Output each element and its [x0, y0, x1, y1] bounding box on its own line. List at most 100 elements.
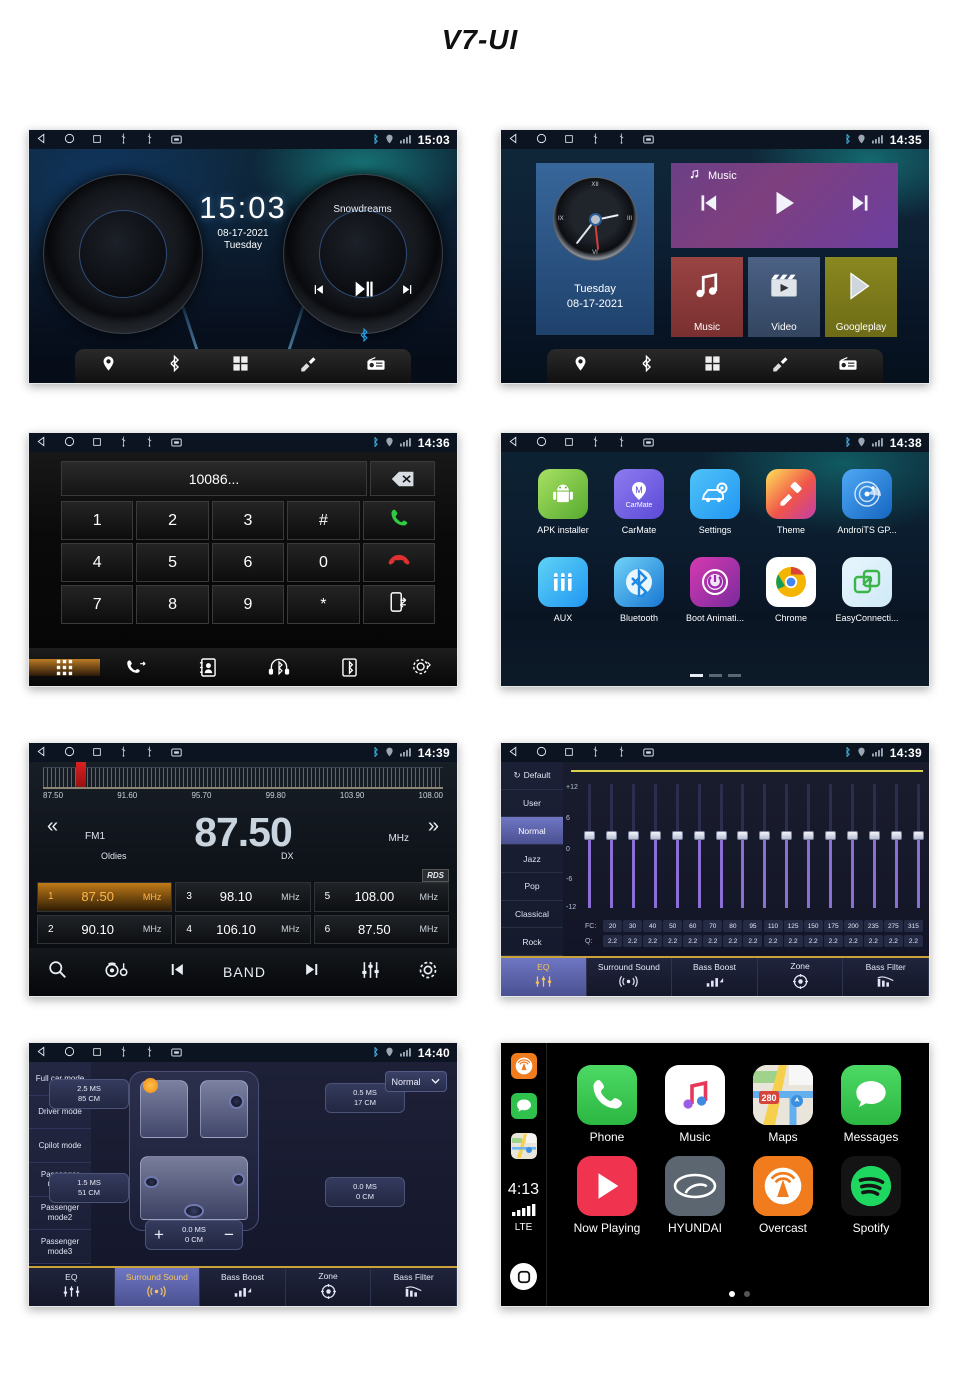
carplay-app-now-playing[interactable]: Now Playing [563, 1156, 651, 1235]
eq-band-slider[interactable] [737, 784, 749, 908]
radio-frequency-scale[interactable] [43, 767, 443, 789]
usb-icon[interactable] [119, 744, 128, 762]
widget-app-tiles[interactable]: Music Video Googleplay [671, 257, 897, 337]
eq-q-cell[interactable]: 2.2 [843, 935, 863, 947]
page-dot[interactable] [728, 1291, 735, 1297]
carplay-app-messages[interactable]: Messages [827, 1065, 915, 1144]
page-dot[interactable] [743, 1291, 750, 1297]
key-6[interactable]: 6 [211, 543, 285, 582]
usb-icon[interactable] [617, 434, 626, 452]
prev-icon[interactable] [167, 960, 186, 984]
recents-icon[interactable] [92, 434, 102, 452]
usb-icon[interactable] [145, 434, 154, 452]
eq-preset-rock[interactable]: Rock [501, 928, 563, 957]
carplay-app-phone[interactable]: Phone [563, 1065, 651, 1144]
audio-tabbar-surround[interactable]: EQ Surround Sound Bass Boost Zone Bass F… [29, 1266, 457, 1306]
slider-knob[interactable] [693, 830, 705, 840]
eq-q-cell[interactable]: 2.2 [883, 935, 903, 947]
slider-knob[interactable] [781, 830, 793, 840]
recents-icon[interactable] [92, 131, 102, 149]
app-chrome[interactable]: Chrome [753, 557, 829, 623]
eq-fc-cell[interactable]: 315 [903, 920, 923, 932]
key-2[interactable]: 2 [136, 501, 209, 540]
contacts-tab[interactable] [172, 657, 243, 677]
panel-surround-sound[interactable]: Full car mode Driver mode Cpilot mode Pa… [28, 1042, 458, 1307]
slider-knob[interactable] [847, 830, 859, 840]
preset-6[interactable]: 6 87.50 MHz [313, 914, 449, 944]
eq-q-cell[interactable]: 2.2 [903, 935, 923, 947]
eq-fc-cell[interactable]: 70 [703, 920, 723, 932]
preset-3[interactable]: 3 98.10 MHz [175, 882, 311, 912]
usb-icon[interactable] [119, 1044, 128, 1062]
app-apk-installer[interactable]: APK installer [525, 469, 601, 535]
eq-q-cell[interactable]: 2.2 [703, 935, 723, 947]
slider-knob[interactable] [737, 830, 749, 840]
key-1[interactable]: 1 [61, 501, 134, 540]
page-dot[interactable] [708, 674, 722, 677]
maps-icon[interactable] [510, 1133, 537, 1159]
carplay-sidebar[interactable]: 4:13 LTE [501, 1043, 547, 1306]
slider-knob[interactable] [584, 830, 595, 840]
eq-fc-cell[interactable]: 80 [723, 920, 743, 932]
home-icon[interactable] [64, 131, 75, 149]
apps-icon[interactable] [704, 355, 721, 377]
sdcard-icon[interactable] [171, 434, 182, 452]
overcast-icon[interactable] [510, 1053, 537, 1079]
dialer-number-field[interactable]: 10086... [61, 461, 367, 496]
page-dot[interactable] [689, 674, 703, 677]
home-icon[interactable] [64, 744, 75, 762]
slider-knob[interactable] [627, 830, 639, 840]
app-carmate[interactable]: M CarMate CarMate [601, 469, 677, 535]
eq-fc-cell[interactable]: 50 [663, 920, 683, 932]
statusbar-nav-buttons[interactable] [508, 744, 654, 762]
recents-icon[interactable] [92, 744, 102, 762]
eq-fc-cell[interactable]: 235 [863, 920, 883, 932]
tile-video[interactable]: Video [748, 257, 820, 337]
tab-bass-boost[interactable]: Bass Boost [672, 958, 758, 996]
slider-knob[interactable] [759, 830, 771, 840]
eq-fc-cell[interactable]: 125 [783, 920, 803, 932]
radio-icon[interactable] [838, 355, 858, 378]
app-settings[interactable]: Settings [677, 469, 753, 535]
eq-band-slider[interactable] [715, 784, 727, 908]
eq-q-cell[interactable]: 2.2 [663, 935, 683, 947]
eq-preset-jazz[interactable]: Jazz [501, 845, 563, 873]
eq-preset-list[interactable]: ↻ Default User Normal Jazz Pop Classical … [501, 762, 563, 957]
preset-1[interactable]: 1 87.50 MHz [37, 882, 173, 912]
play-icon[interactable] [769, 188, 799, 223]
dialer-bottom-bar[interactable] [29, 648, 457, 686]
statusbar-nav-buttons[interactable] [508, 434, 654, 452]
carplay-home-button[interactable] [510, 1263, 537, 1290]
eq-band-slider[interactable] [671, 784, 683, 908]
eq-fc-cell[interactable]: 275 [883, 920, 903, 932]
eq-q-cell[interactable]: 2.2 [763, 935, 783, 947]
carplay-page-indicator[interactable] [563, 1291, 915, 1297]
usb-icon[interactable] [591, 434, 600, 452]
carplay-app-music[interactable]: Music [651, 1065, 739, 1144]
app-bluetooth[interactable]: Bluetooth [601, 557, 677, 623]
preset-4[interactable]: 4 106.10 MHz [175, 914, 311, 944]
eq-band-slider[interactable] [649, 784, 661, 908]
delay-rear-right[interactable]: 0.0 MS 0 CM [325, 1177, 405, 1207]
bluetooth-icon[interactable] [638, 354, 655, 377]
usb-icon[interactable] [591, 131, 600, 149]
eq-q-cell[interactable]: 2.2 [823, 935, 843, 947]
carplay-app-hyundai[interactable]: HYUNDAI [651, 1156, 739, 1235]
band-button[interactable]: BAND [223, 964, 266, 980]
eq-q-cell[interactable]: 2.2 [863, 935, 883, 947]
eq-band-slider[interactable] [890, 784, 902, 908]
key-3[interactable]: 3 [211, 501, 285, 540]
key-hash[interactable]: # [287, 501, 360, 540]
eq-band-slider[interactable] [912, 784, 924, 908]
home-icon[interactable] [536, 744, 547, 762]
panel-home-screen[interactable]: 15:03 08-17-2021 Tuesday Snowdreams 15:0… [28, 129, 458, 384]
slider-knob[interactable] [715, 830, 727, 840]
sdcard-icon[interactable] [171, 131, 182, 149]
sdcard-icon[interactable] [171, 1044, 182, 1062]
usb-icon[interactable] [119, 434, 128, 452]
key-9[interactable]: 9 [211, 585, 285, 624]
tile-googleplay[interactable]: Googleplay [825, 257, 897, 337]
home-icon[interactable] [536, 131, 547, 149]
bluetooth-phone-tab[interactable] [314, 657, 385, 677]
eq-band-slider[interactable] [759, 784, 771, 908]
